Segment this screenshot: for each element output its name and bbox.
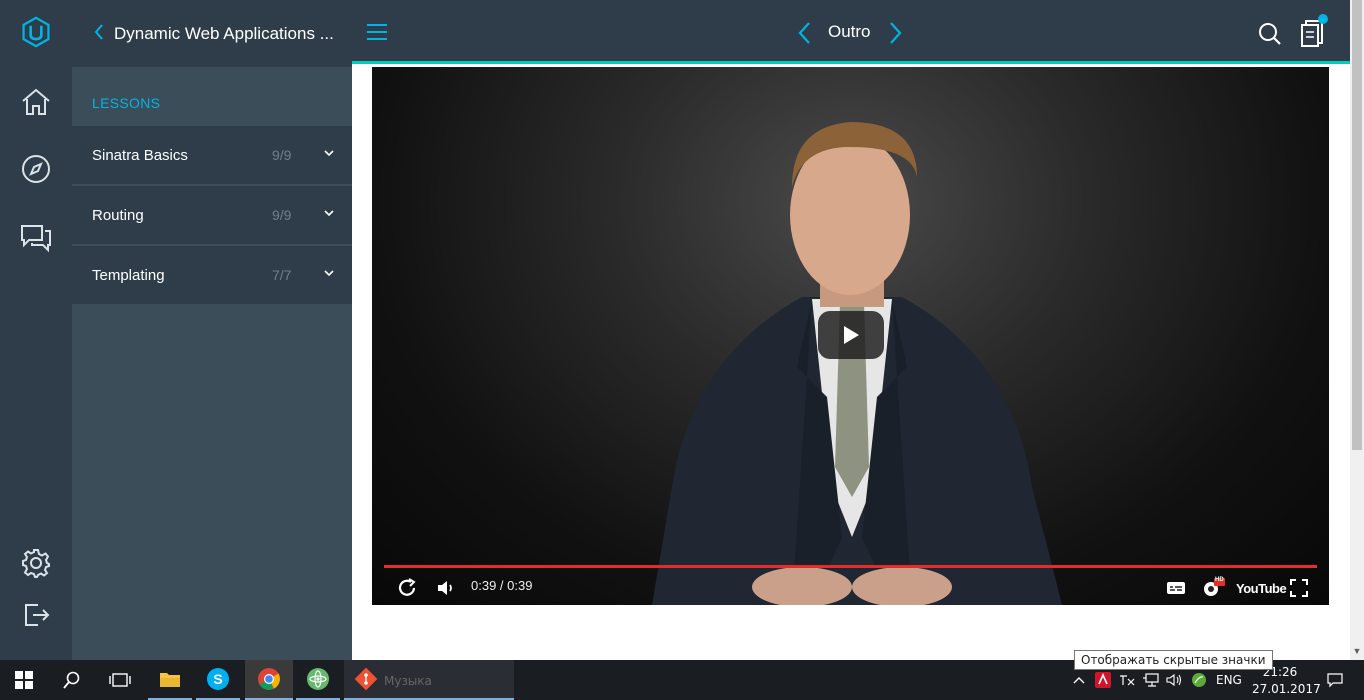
hd-badge: HD xyxy=(1215,577,1224,583)
tooltip: Отображать скрытые значки xyxy=(1074,650,1273,670)
gear-icon[interactable] xyxy=(18,545,54,581)
subtitles-icon xyxy=(1167,582,1185,594)
atom-icon xyxy=(307,668,329,690)
task-view-button[interactable] xyxy=(96,660,144,700)
logout-icon[interactable] xyxy=(18,597,54,633)
fullscreen-icon xyxy=(1290,579,1308,597)
hamburger-menu-icon[interactable] xyxy=(366,22,388,42)
replay-icon xyxy=(398,578,416,596)
file-explorer-taskbar[interactable] xyxy=(148,660,192,700)
lessons-heading: LESSONS xyxy=(92,95,161,111)
chevron-up-icon xyxy=(1073,677,1085,684)
windows-logo-icon xyxy=(15,671,33,689)
lesson-item-templating[interactable]: Templating 7/7 xyxy=(72,246,352,305)
skype-taskbar[interactable]: S xyxy=(196,660,240,700)
folder-icon xyxy=(160,673,180,687)
lesson-sidebar: Dynamic Web Applications ... LESSONS Sin… xyxy=(72,0,352,660)
skype-icon: S xyxy=(207,668,229,690)
search-taskbar-button[interactable] xyxy=(48,660,96,700)
udacity-logo-icon[interactable] xyxy=(18,14,54,50)
lesson-item-routing[interactable]: Routing 9/9 xyxy=(72,186,352,245)
lesson-progress-count: 9/9 xyxy=(272,207,292,223)
chevron-down-icon[interactable] xyxy=(322,146,336,160)
notifications-icon xyxy=(1327,673,1343,688)
git-icon xyxy=(354,667,378,691)
antivirus-icon xyxy=(1095,672,1111,688)
next-concept-icon[interactable] xyxy=(888,20,904,46)
search-icon[interactable] xyxy=(1258,22,1282,46)
network-icon xyxy=(1143,673,1159,687)
lesson-title: Templating xyxy=(92,266,165,284)
play-button[interactable] xyxy=(818,311,884,359)
chrome-icon xyxy=(258,668,280,690)
atom-taskbar[interactable] xyxy=(296,660,340,700)
speaker-icon xyxy=(1166,673,1182,687)
action-center-button[interactable] xyxy=(1320,660,1350,700)
top-bar: Outro xyxy=(352,0,1350,64)
start-button[interactable] xyxy=(0,660,48,700)
volume-button[interactable] xyxy=(436,577,456,599)
lesson-item-sinatra-basics[interactable]: Sinatra Basics 9/9 xyxy=(72,126,352,185)
clock-date: 27.01.2017 xyxy=(1252,682,1321,696)
notification-dot xyxy=(1318,14,1328,24)
chevron-down-icon[interactable] xyxy=(322,206,336,220)
search-icon xyxy=(63,671,80,689)
back-chevron-icon[interactable] xyxy=(94,21,104,47)
language-indicator[interactable]: ENG xyxy=(1216,673,1242,687)
video-player[interactable]: 0:39 / 0:39 HD YouTube xyxy=(372,67,1329,605)
course-title[interactable]: Dynamic Web Applications ... xyxy=(114,24,334,44)
taskbar-window-label: Музыка xyxy=(384,674,432,688)
concept-title: Outro xyxy=(828,22,871,41)
previous-concept-icon[interactable] xyxy=(796,20,812,46)
chrome-taskbar[interactable] xyxy=(245,660,293,700)
main-content: 0:39 / 0:39 HD YouTube xyxy=(352,67,1350,660)
compass-icon[interactable] xyxy=(18,151,54,187)
fullscreen-button[interactable] xyxy=(1290,577,1308,599)
nav-rail xyxy=(0,0,72,660)
scrollbar-thumb[interactable] xyxy=(1352,0,1362,450)
video-progress-bar[interactable] xyxy=(384,565,1317,568)
lesson-title: Routing xyxy=(92,206,144,224)
course-header[interactable]: Dynamic Web Applications ... xyxy=(72,0,352,67)
settings-button[interactable]: HD xyxy=(1201,577,1225,599)
youtube-logo[interactable]: YouTube xyxy=(1236,577,1287,599)
leaf-icon xyxy=(1192,673,1206,687)
task-view-icon xyxy=(109,673,131,687)
chevron-down-icon[interactable] xyxy=(322,266,336,280)
replay-button[interactable] xyxy=(396,577,418,599)
lesson-title: Sinatra Basics xyxy=(92,146,188,164)
play-icon xyxy=(844,326,859,344)
svg-text:S: S xyxy=(213,671,222,687)
scroll-down-arrow-icon[interactable]: ▼ xyxy=(1351,646,1363,658)
volume-icon xyxy=(438,581,452,595)
chat-icon[interactable] xyxy=(18,219,54,255)
subtitles-button[interactable] xyxy=(1166,577,1186,599)
lesson-progress-count: 7/7 xyxy=(272,267,292,283)
keyboard-icon xyxy=(1120,675,1135,686)
home-icon[interactable] xyxy=(18,84,54,120)
lesson-progress-count: 9/9 xyxy=(272,147,292,163)
video-time: 0:39 / 0:39 xyxy=(471,578,533,593)
